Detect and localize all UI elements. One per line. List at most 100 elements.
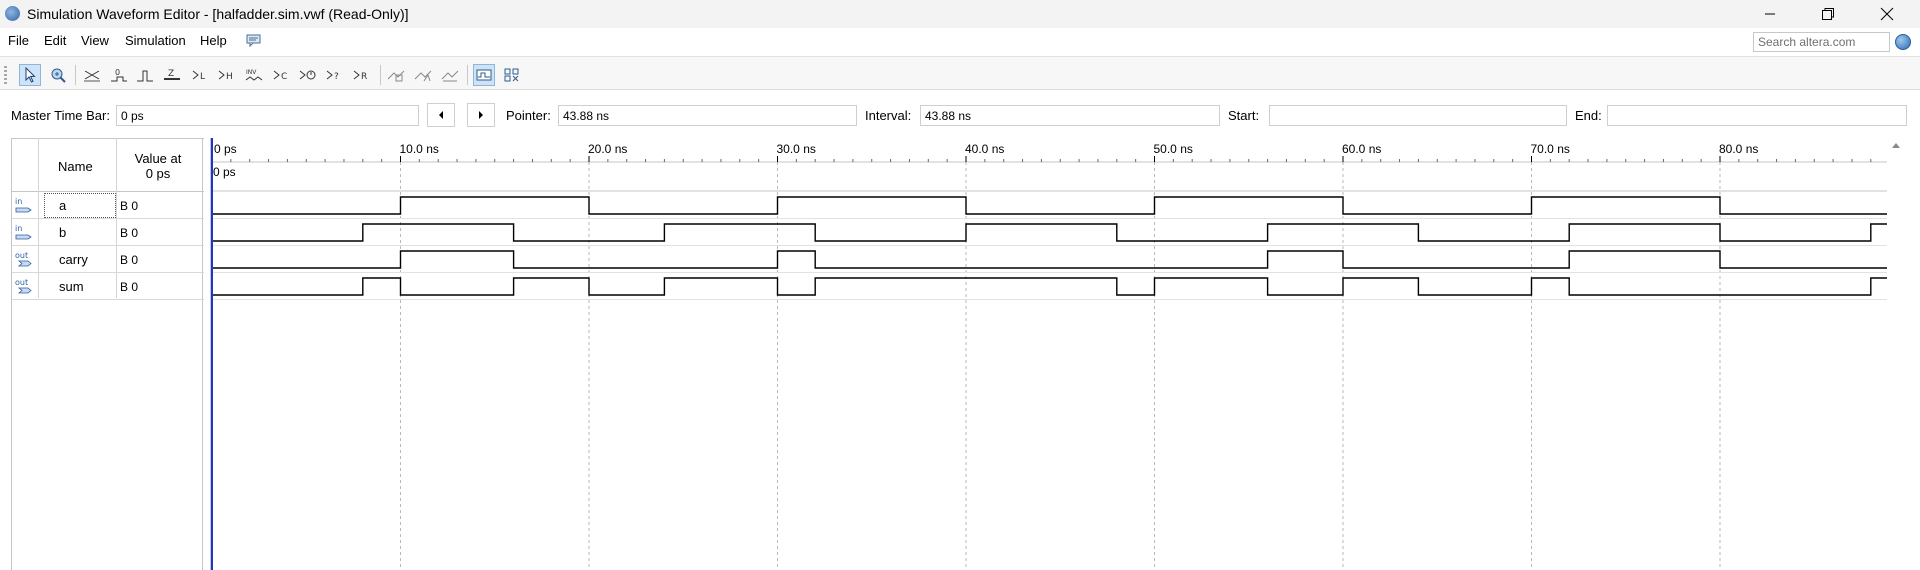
pointer-field[interactable]: 43.88 ns (558, 105, 857, 126)
menu-help[interactable]: Help (200, 33, 227, 48)
input-pin-icon: in (15, 197, 32, 213)
value-column-header[interactable]: Value at 0 ps (118, 151, 198, 181)
pointer-label: Pointer: (506, 108, 551, 123)
time-ruler[interactable] (211, 138, 1889, 162)
functional-sim-icon (414, 70, 432, 82)
menu-view[interactable]: View (81, 33, 109, 48)
time-tick-label: 40.0 ns (965, 142, 1004, 156)
svg-text:in: in (15, 197, 22, 206)
title-bar: Simulation Waveform Editor - [halfadder.… (0, 0, 1920, 28)
weak-low-button[interactable]: L (190, 64, 212, 86)
zoom-tool-button[interactable] (47, 64, 69, 86)
menu-bar: File Edit View Simulation Help (0, 28, 1920, 54)
count-value-button[interactable]: C (271, 64, 293, 86)
svg-text:out: out (15, 251, 28, 260)
time-tick-label: 30.0 ns (777, 142, 816, 156)
globe-icon[interactable] (1895, 34, 1911, 50)
signal-name: sum (59, 279, 84, 294)
waveform-view-icon (476, 69, 492, 81)
waveform-panel[interactable]: 0 ps 10.0 ns 20.0 ns 30.0 ns 40.0 ns 50.0 ns 6… (210, 138, 1910, 570)
signal-value: B 0 (120, 253, 139, 267)
grid-icon (504, 68, 519, 82)
signal-row-carry[interactable]: out carry B 0 (12, 246, 204, 273)
force-high-icon (137, 70, 153, 82)
selection-tool-button[interactable] (19, 64, 41, 86)
comment-icon[interactable] (246, 34, 261, 50)
weak-high-button[interactable]: H (216, 64, 238, 86)
time-tick-label: 10.0 ns (400, 142, 439, 156)
signal-value: B 0 (120, 199, 139, 213)
time-tick-label: 60.0 ns (1342, 142, 1381, 156)
menu-file[interactable]: File (8, 33, 29, 48)
waveform-view-button[interactable] (473, 64, 495, 86)
time-tick-label: 50.0 ns (1154, 142, 1193, 156)
timing-sim-icon (441, 70, 459, 82)
toolbar-separator (75, 65, 76, 85)
svg-text:R: R (361, 72, 367, 82)
zoom-icon (51, 68, 66, 83)
close-icon (1880, 7, 1894, 21)
master-time-bar-field[interactable]: 0 ps (116, 105, 419, 126)
high-impedance-button[interactable]: Z (161, 64, 183, 86)
invert-button[interactable]: INV (243, 64, 265, 86)
functional-sim-button[interactable] (412, 64, 434, 86)
input-pin-icon: in (15, 224, 32, 240)
forcing-high-button[interactable] (134, 64, 156, 86)
svg-text:0: 0 (115, 68, 120, 77)
waveform-carry[interactable] (212, 250, 1889, 269)
overwrite-clock-button[interactable] (297, 64, 319, 86)
interval-field[interactable]: 43.88 ns (920, 105, 1220, 126)
toolbar-separator (467, 65, 468, 85)
name-column-header[interactable]: Name (58, 159, 93, 174)
waveform-sum[interactable] (212, 277, 1889, 296)
restore-button[interactable] (1805, 0, 1851, 28)
svg-text:?: ? (334, 72, 339, 82)
value-header-line2: 0 ps (145, 166, 171, 181)
vertical-scrollbar[interactable] (1887, 138, 1905, 570)
interval-label: Interval: (865, 108, 912, 123)
waveform-canvas[interactable]: 0 ps 10.0 ns 20.0 ns 30.0 ns 40.0 ns 50.0 ns 6… (211, 138, 1889, 570)
grid-settings-button[interactable] (501, 64, 523, 86)
time-tick-label: 20.0 ns (588, 142, 627, 156)
arrow-cursor-icon (25, 67, 36, 83)
waveform-b[interactable] (212, 223, 1889, 242)
snap-button[interactable] (385, 64, 407, 86)
svg-text:out: out (15, 278, 28, 287)
minimize-button[interactable] (1747, 0, 1793, 28)
weak-high-icon: H (218, 70, 233, 82)
previous-transition-button[interactable] (427, 103, 455, 127)
restore-icon (1822, 8, 1834, 20)
forcing-low-button[interactable]: 0 (108, 64, 130, 86)
menu-simulation[interactable]: Simulation (125, 33, 186, 48)
start-field[interactable] (1269, 105, 1567, 126)
search-input[interactable]: Search altera.com (1753, 32, 1890, 52)
time-tick-label: 0 ps (214, 142, 237, 156)
scroll-up-icon (1892, 143, 1900, 148)
svg-text:H: H (226, 72, 233, 82)
toolbar: 0 Z L H INV C ? R (0, 56, 1920, 90)
waveform-a[interactable] (212, 196, 1889, 215)
time-tick-label: 80.0 ns (1719, 142, 1758, 156)
svg-text:in: in (15, 224, 22, 233)
close-button[interactable] (1864, 0, 1910, 28)
timing-sim-button[interactable] (439, 64, 461, 86)
triangle-right-icon (479, 111, 483, 119)
toolbar-separator (380, 65, 381, 85)
arbitrary-value-button[interactable]: R (351, 64, 373, 86)
signal-row-b[interactable]: in b B 0 (12, 219, 204, 246)
minimize-icon (1765, 13, 1775, 15)
toolbar-grip[interactable] (4, 66, 7, 84)
end-field[interactable] (1607, 105, 1907, 126)
signal-row-sum[interactable]: out sum B 0 (12, 273, 204, 300)
random-values-button[interactable]: ? (324, 64, 346, 86)
value-header-line1: Value at (134, 151, 182, 166)
svg-text:INV: INV (246, 69, 257, 76)
arbitrary-value-icon: R (353, 70, 367, 82)
signal-list-header: Name Value at 0 ps (12, 138, 204, 192)
start-label: Start: (1228, 108, 1260, 123)
signal-value: B 0 (120, 280, 139, 294)
high-impedance-icon: Z (164, 69, 180, 80)
forcing-unknown-button[interactable] (81, 64, 103, 86)
next-transition-button[interactable] (467, 103, 495, 127)
menu-edit[interactable]: Edit (44, 33, 66, 48)
